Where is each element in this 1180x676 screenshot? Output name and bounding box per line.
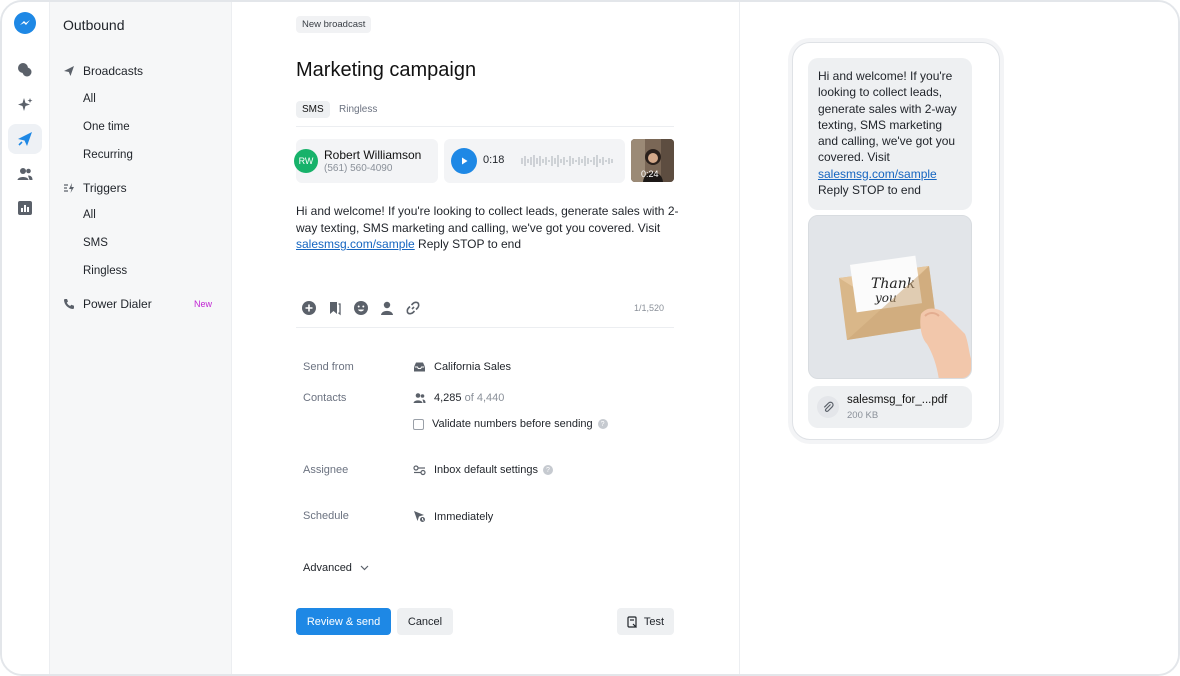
waveform-icon[interactable]: [520, 153, 616, 169]
message-link[interactable]: salesmsg.com/sample: [296, 237, 415, 251]
analytics-icon[interactable]: [8, 193, 42, 223]
icon-rail: [2, 2, 50, 674]
audio-attachment: 0:18: [444, 139, 625, 183]
outbound-send-icon[interactable]: [8, 124, 42, 154]
breadcrumb[interactable]: New broadcast: [296, 16, 372, 33]
divider: [296, 327, 674, 328]
schedule-value: Immediately: [434, 510, 494, 523]
video-duration: 0:24: [641, 169, 659, 179]
nav-section-broadcasts[interactable]: Broadcasts: [63, 64, 143, 78]
thank-you-envelope-image: Thank you: [809, 216, 971, 378]
validate-label: Validate numbers before sending: [432, 418, 593, 430]
test-button-label: Test: [643, 615, 665, 628]
contacts-group-icon: [413, 393, 426, 403]
character-count: 1/1,520: [634, 303, 665, 313]
nav-section-label: Triggers: [83, 181, 127, 195]
video-thumbnail[interactable]: 0:24: [631, 139, 674, 182]
templates-icon[interactable]: [326, 299, 344, 317]
add-icon[interactable]: [300, 299, 318, 317]
test-button[interactable]: Test: [617, 608, 674, 635]
send-from-select[interactable]: California Sales: [413, 361, 511, 373]
nav-section-label: Broadcasts: [83, 64, 144, 78]
test-message-icon: [627, 615, 637, 628]
preview-file-attachment[interactable]: salesmsg_for_...pdf 200 KB: [808, 386, 972, 428]
nav-title: Outbound: [63, 17, 125, 33]
file-size: 200 KB: [847, 410, 879, 421]
help-icon[interactable]: ?: [597, 419, 608, 429]
routing-icon: [413, 465, 426, 476]
review-send-button[interactable]: Review & send: [296, 608, 391, 635]
composer-panel: New broadcast Marketing campaign SMS Rin…: [232, 2, 740, 674]
nav-section-label: Power Dialer: [83, 297, 152, 311]
audio-duration: 0:18: [483, 154, 505, 166]
inbox-tray-icon: [414, 362, 425, 372]
sparkles-icon[interactable]: [8, 90, 42, 120]
nav-item-sms[interactable]: SMS: [83, 237, 108, 249]
new-badge: New: [194, 299, 213, 309]
nav-item-one-time[interactable]: One time: [83, 121, 130, 133]
contacts-selector[interactable]: 4,285 of 4,440: [413, 392, 504, 404]
play-button[interactable]: [451, 148, 477, 174]
chevron-down-icon: [360, 565, 369, 571]
tab-ringless[interactable]: Ringless: [333, 101, 383, 118]
advanced-label: Advanced: [303, 562, 352, 574]
validate-numbers-option[interactable]: Validate numbers before sending ?: [413, 418, 608, 430]
nav-section-triggers[interactable]: Triggers: [63, 181, 127, 195]
page-title: Marketing campaign: [296, 59, 477, 81]
advanced-toggle[interactable]: Advanced: [303, 562, 369, 574]
preview-text-end: Reply STOP to end: [818, 183, 921, 198]
lightning-list-icon: [64, 183, 74, 193]
nav-item-broadcasts-all[interactable]: All: [83, 93, 96, 105]
send-from-value: California Sales: [434, 361, 512, 373]
preview-link[interactable]: salesmsg.com/sample: [818, 167, 937, 181]
inbox-icon[interactable]: [8, 55, 42, 85]
schedule-label: Schedule: [303, 510, 349, 522]
nav-section-power-dialer[interactable]: Power Dialer: [63, 297, 152, 311]
contact-name: Robert Williamson: [324, 148, 422, 162]
validate-checkbox[interactable]: [413, 418, 424, 430]
preview-image[interactable]: Thank you: [808, 215, 972, 379]
contacts-label: Contacts: [303, 392, 347, 404]
preview-message-bubble: Hi and welcome! If you're looking to col…: [808, 58, 972, 210]
app-logo[interactable]: [14, 12, 36, 34]
link-icon[interactable]: [404, 299, 422, 317]
paper-plane-icon: [64, 66, 74, 76]
contact-card[interactable]: RW Robert Williamson (561) 560-4090: [294, 139, 438, 183]
send-clock-icon: [414, 511, 426, 523]
file-name: salesmsg_for_...pdf: [847, 394, 948, 406]
play-icon: [462, 157, 468, 165]
nav-item-triggers-all[interactable]: All: [83, 209, 96, 221]
outbound-nav: Outbound Broadcasts All One time Recurri…: [50, 2, 232, 674]
message-text-end: Reply STOP to end: [414, 237, 522, 251]
schedule-select[interactable]: Immediately: [413, 510, 493, 523]
tab-sms[interactable]: SMS: [296, 101, 330, 118]
avatar: RW: [294, 149, 318, 173]
help-icon[interactable]: ?: [542, 465, 553, 475]
phone-icon: [64, 299, 74, 309]
contacts-count: 4,285: [434, 392, 462, 404]
preview-panel: Hi and welcome! If you're looking to col…: [740, 2, 1178, 674]
send-from-label: Send from: [303, 361, 354, 373]
contact-phone: (561) 560-4090: [324, 163, 393, 174]
editor-toolbar: [300, 299, 422, 317]
paperclip-icon: [817, 396, 839, 418]
nav-item-recurring[interactable]: Recurring: [83, 149, 133, 161]
emoji-icon[interactable]: [352, 299, 370, 317]
contacts-total: of 4,440: [464, 392, 505, 404]
message-editor[interactable]: Hi and welcome! If you're looking to col…: [296, 203, 681, 253]
cancel-button[interactable]: Cancel: [397, 608, 453, 635]
divider: [296, 126, 674, 127]
message-text: Hi and welcome! If you're looking to col…: [296, 204, 679, 235]
phone-preview: Hi and welcome! If you're looking to col…: [792, 42, 1000, 440]
nav-item-ringless[interactable]: Ringless: [83, 265, 127, 277]
preview-text: Hi and welcome! If you're looking to col…: [818, 69, 957, 165]
assignee-select[interactable]: Inbox default settings ?: [413, 464, 553, 476]
contact-field-icon[interactable]: [378, 299, 396, 317]
app-window: Outbound Broadcasts All One time Recurri…: [0, 0, 1180, 676]
contacts-icon[interactable]: [8, 159, 42, 189]
assignee-value: Inbox default settings: [434, 464, 538, 476]
assignee-label: Assignee: [303, 464, 349, 476]
